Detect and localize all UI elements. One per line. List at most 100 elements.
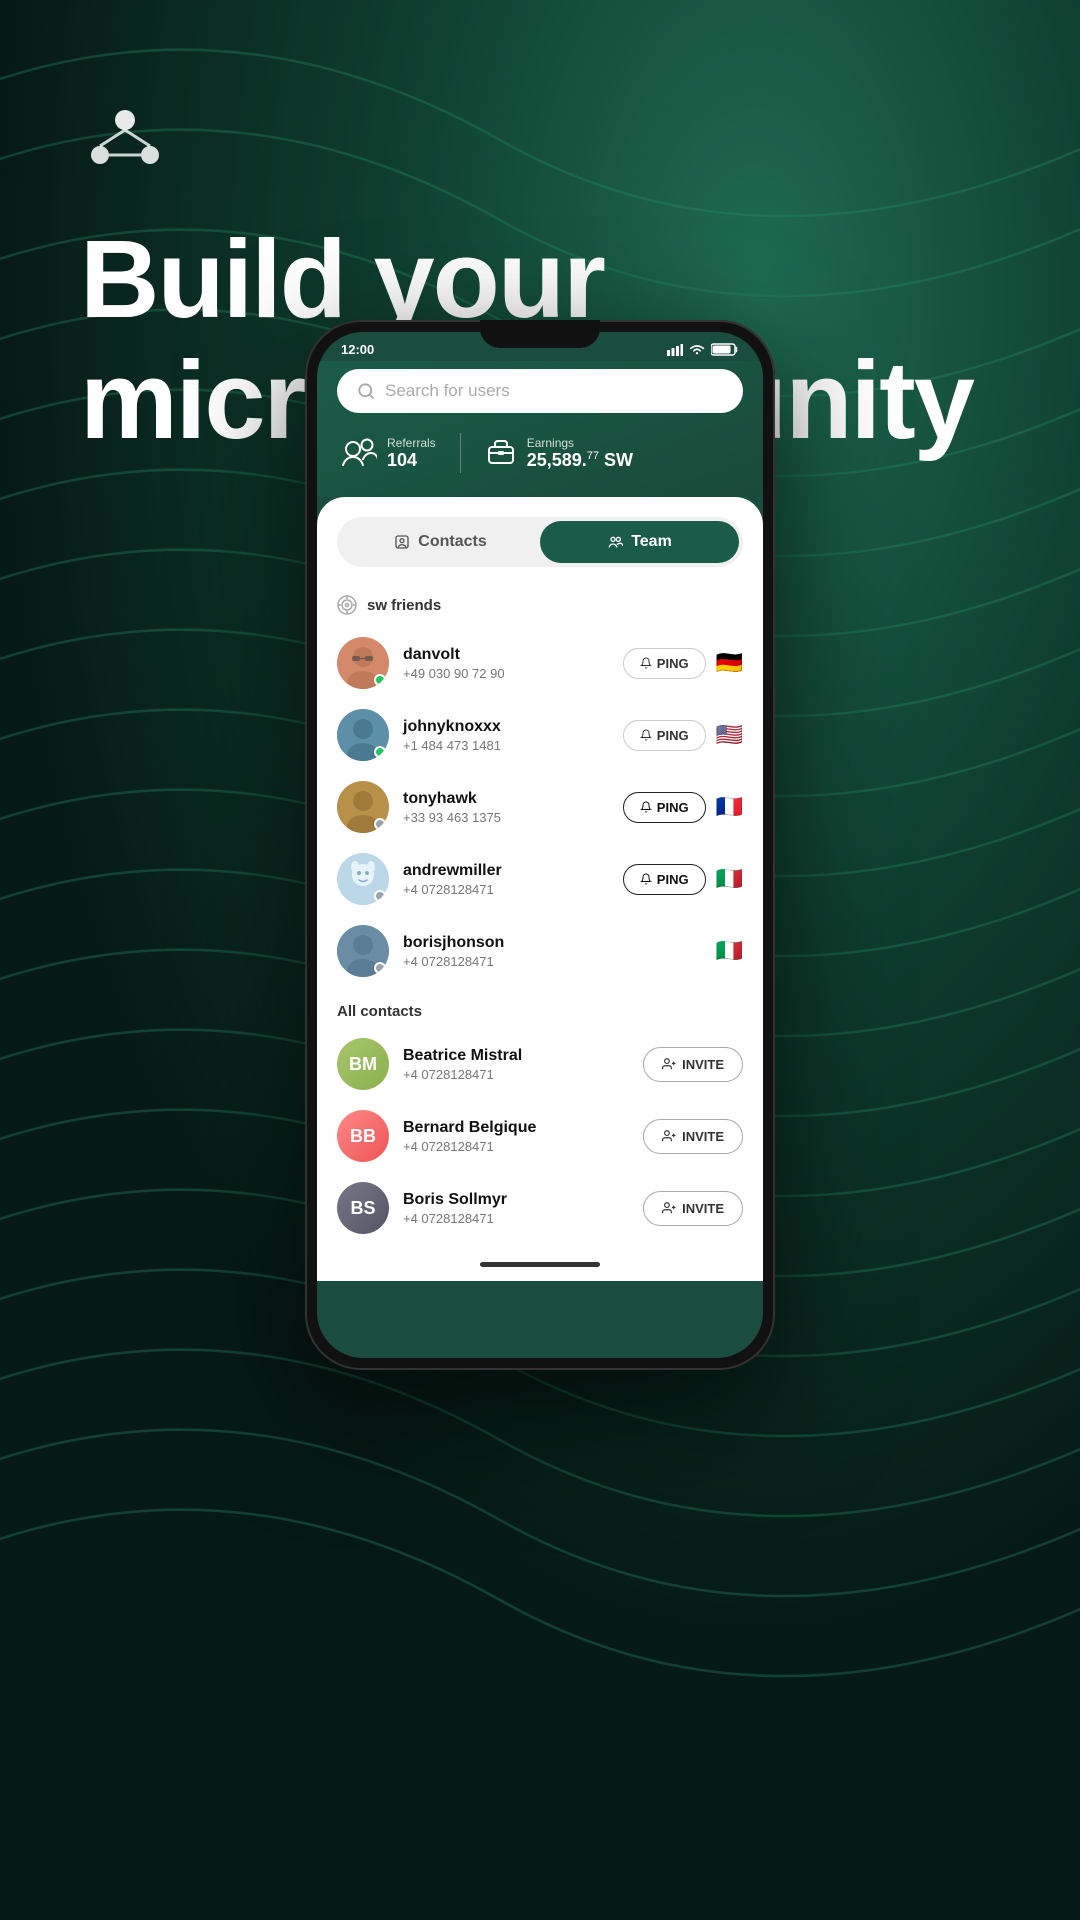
avatar	[337, 925, 389, 977]
contact-info: danvolt +49 030 90 72 90	[403, 646, 609, 681]
contact-row: BS Boris Sollmyr +4 0728128471 INVITE	[317, 1172, 763, 1244]
contact-phone: +4 0728128471	[403, 954, 702, 969]
contact-name: andrewmiller	[403, 862, 609, 880]
sw-friends-icon	[337, 595, 357, 615]
earnings-icon	[485, 437, 517, 469]
tabs-container: Contacts Team	[337, 517, 743, 567]
contact-name: johnyknoxxx	[403, 718, 609, 736]
contact-info: andrewmiller +4 0728128471	[403, 862, 609, 897]
contact-name: tonyhawk	[403, 790, 609, 808]
contact-info: Boris Sollmyr +4 0728128471	[403, 1191, 629, 1226]
add-person-icon	[662, 1201, 676, 1215]
contact-row: andrewmiller +4 0728128471 PING 🇮🇹	[317, 843, 763, 915]
signal-icon	[667, 344, 683, 356]
wifi-icon	[689, 344, 705, 356]
contact-phone: +4 0728128471	[403, 1139, 629, 1154]
contact-name: Bernard Belgique	[403, 1119, 629, 1137]
contact-name: Boris Sollmyr	[403, 1191, 629, 1209]
contact-phone: +4 0728128471	[403, 882, 609, 897]
contact-row: danvolt +49 030 90 72 90 PING 🇩🇪	[317, 627, 763, 699]
stats-row: Referrals 104 Earnings 2	[337, 433, 743, 473]
contact-info: johnyknoxxx +1 484 473 1481	[403, 718, 609, 753]
contact-actions: PING 🇩🇪	[623, 648, 743, 679]
hero-icon	[80, 100, 973, 199]
referrals-value: 104	[387, 450, 436, 471]
search-bar[interactable]: Search for users	[337, 369, 743, 413]
country-flag: 🇺🇸	[716, 722, 743, 748]
tab-contacts[interactable]: Contacts	[341, 521, 540, 563]
online-indicator	[374, 674, 386, 686]
contact-actions: PING 🇫🇷	[623, 792, 743, 823]
contact-info: Beatrice Mistral +4 0728128471	[403, 1047, 629, 1082]
ping-button[interactable]: PING	[623, 792, 706, 823]
avatar: BM	[337, 1038, 389, 1090]
contact-phone: +33 93 463 1375	[403, 810, 609, 825]
home-indicator	[480, 1262, 600, 1267]
app-header: Search for users Referrals 104	[317, 361, 763, 497]
contact-phone: +49 030 90 72 90	[403, 666, 609, 681]
referrals-stat: Referrals 104	[341, 436, 436, 471]
bell-icon	[640, 801, 652, 813]
battery-icon	[711, 343, 739, 356]
avatar	[337, 637, 389, 689]
team-icon	[607, 534, 623, 550]
contact-row: BB Bernard Belgique +4 0728128471 INVITE	[317, 1100, 763, 1172]
contact-info: borisjhonson +4 0728128471	[403, 934, 702, 969]
contact-phone: +4 0728128471	[403, 1067, 629, 1082]
invite-button[interactable]: INVITE	[643, 1119, 743, 1154]
ping-button[interactable]: PING	[623, 864, 706, 895]
country-flag: 🇩🇪	[716, 650, 743, 676]
bell-icon	[640, 657, 652, 669]
contact-actions: PING 🇺🇸	[623, 720, 743, 751]
online-indicator	[374, 962, 386, 974]
status-time: 12:00	[341, 342, 374, 357]
ping-button[interactable]: PING	[623, 720, 706, 751]
avatar	[337, 781, 389, 833]
contact-actions: 🇮🇹	[716, 938, 743, 964]
avatar: BS	[337, 1182, 389, 1234]
contact-name: borisjhonson	[403, 934, 702, 952]
online-indicator	[374, 746, 386, 758]
invite-button[interactable]: INVITE	[643, 1191, 743, 1226]
bell-icon	[640, 873, 652, 885]
contact-row: borisjhonson +4 0728128471 🇮🇹	[317, 915, 763, 987]
ping-button[interactable]: PING	[623, 648, 706, 679]
status-icons	[667, 343, 739, 356]
contact-phone: +4 0728128471	[403, 1211, 629, 1226]
country-flag: 🇮🇹	[716, 866, 743, 892]
avatar	[337, 709, 389, 761]
referrals-info: Referrals 104	[387, 436, 436, 471]
earnings-value: 25,589.77 SW	[527, 450, 633, 471]
contact-row: tonyhawk +33 93 463 1375 PING 🇫🇷	[317, 771, 763, 843]
sw-friends-header: sw friends	[317, 587, 763, 627]
add-person-icon	[662, 1057, 676, 1071]
online-indicator	[374, 890, 386, 902]
bell-icon	[640, 729, 652, 741]
contact-info: Bernard Belgique +4 0728128471	[403, 1119, 629, 1154]
tab-team[interactable]: Team	[540, 521, 739, 563]
all-contacts-header: All contacts	[317, 987, 763, 1028]
earnings-label: Earnings	[527, 436, 633, 450]
referrals-label: Referrals	[387, 436, 436, 450]
main-card: Contacts Team	[317, 497, 763, 1281]
country-flag: 🇫🇷	[716, 794, 743, 820]
search-placeholder: Search for users	[385, 381, 510, 401]
phone-bottom	[317, 1244, 763, 1281]
add-person-icon	[662, 1129, 676, 1143]
earnings-info: Earnings 25,589.77 SW	[527, 436, 633, 471]
contacts-icon	[394, 534, 410, 550]
contact-actions: PING 🇮🇹	[623, 864, 743, 895]
phone-notch	[480, 320, 600, 348]
search-icon	[357, 382, 375, 400]
avatar	[337, 853, 389, 905]
invite-button[interactable]: INVITE	[643, 1047, 743, 1082]
country-flag: 🇮🇹	[716, 938, 743, 964]
contact-name: danvolt	[403, 646, 609, 664]
referrals-icon	[341, 437, 377, 469]
contact-phone: +1 484 473 1481	[403, 738, 609, 753]
earnings-stat: Earnings 25,589.77 SW	[485, 436, 633, 471]
contact-row: johnyknoxxx +1 484 473 1481 PING 🇺🇸	[317, 699, 763, 771]
contact-row: BM Beatrice Mistral +4 0728128471 INVITE	[317, 1028, 763, 1100]
contact-name: Beatrice Mistral	[403, 1047, 629, 1065]
stats-divider	[460, 433, 461, 473]
